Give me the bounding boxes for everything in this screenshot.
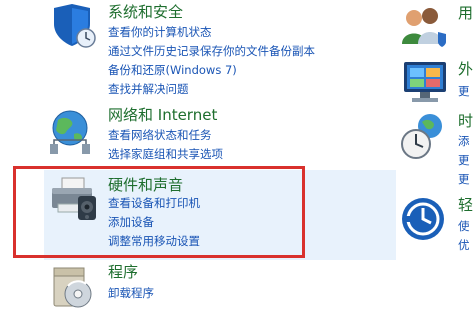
system-security-title[interactable]: 系统和安全 <box>108 3 183 21</box>
programs-link-uninstall[interactable]: 卸载程序 <box>108 286 154 300</box>
users-icon[interactable] <box>400 4 448 48</box>
clock-globe-icon[interactable] <box>400 112 448 162</box>
network-link-homegroup[interactable]: 选择家庭组和共享选项 <box>108 147 223 161</box>
clock-link-3[interactable]: 更 <box>458 172 470 186</box>
system-security-link-troubleshoot[interactable]: 查找并解决问题 <box>108 82 189 96</box>
monitor-icon[interactable] <box>402 60 448 104</box>
system-security-link-backup[interactable]: 备份和还原(Windows 7) <box>108 63 237 77</box>
programs-disk-icon[interactable] <box>50 264 96 310</box>
appearance-title[interactable]: 外 <box>458 60 473 78</box>
network-link-status[interactable]: 查看网络状态和任务 <box>108 128 212 142</box>
ease-of-access-title[interactable]: 轻 <box>458 196 473 214</box>
shield-icon[interactable] <box>50 2 98 48</box>
system-security-link-status[interactable]: 查看你的计算机状态 <box>108 25 212 39</box>
network-title[interactable]: 网络和 Internet <box>108 106 217 124</box>
clock-region-title[interactable]: 时 <box>458 112 473 130</box>
clock-link-2[interactable]: 更 <box>458 153 470 167</box>
programs-title[interactable]: 程序 <box>108 263 138 281</box>
user-accounts-title[interactable]: 用 <box>458 4 473 22</box>
ease-of-access-icon[interactable] <box>400 196 446 242</box>
clock-link-1[interactable]: 添 <box>458 134 470 148</box>
globe-network-icon[interactable] <box>48 108 96 156</box>
appearance-link[interactable]: 更 <box>458 84 470 98</box>
selection-outline <box>13 166 305 258</box>
ease-link-2[interactable]: 优 <box>458 238 470 252</box>
ease-link-1[interactable]: 使 <box>458 219 470 233</box>
system-security-link-file-history[interactable]: 通过文件历史记录保存你的文件备份副本 <box>108 44 315 58</box>
